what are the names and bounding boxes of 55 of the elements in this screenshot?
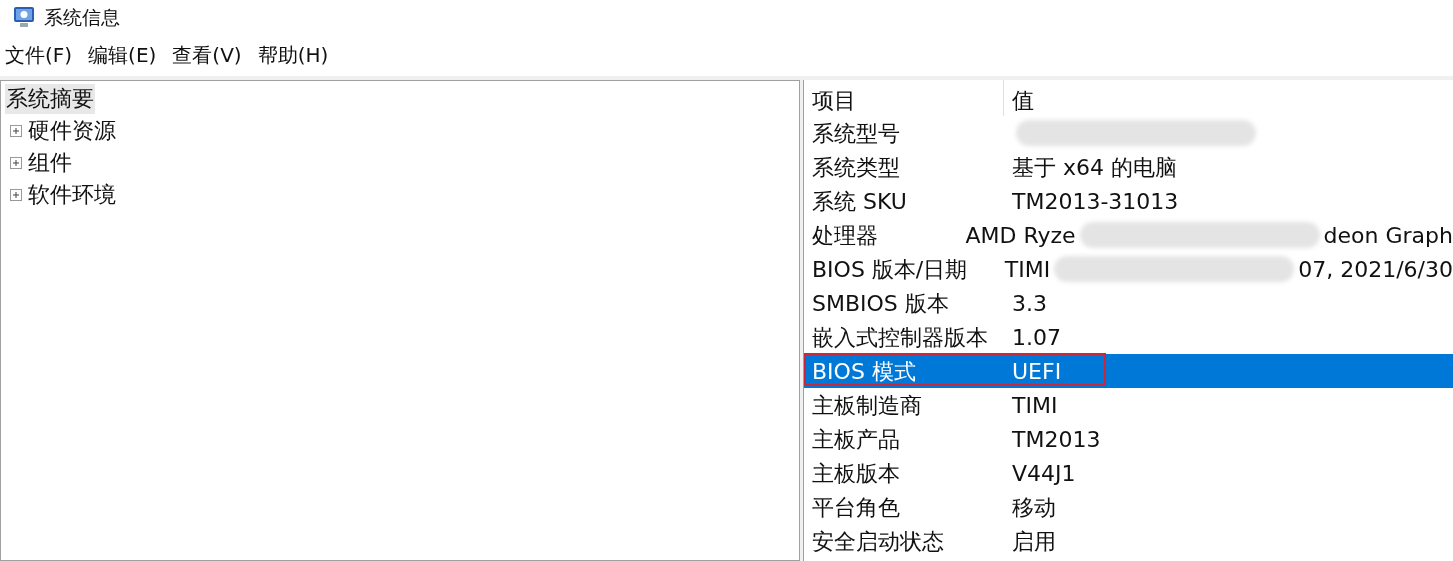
table-row[interactable]: 主板制造商 TIMI: [804, 388, 1453, 422]
table-cell-text: 处理器: [811, 221, 879, 250]
table-cell-text: 系统 SKU: [811, 187, 908, 216]
tree-item[interactable]: 硬件资源: [27, 116, 117, 146]
table-row[interactable]: 平台角色 移动: [804, 490, 1453, 524]
expand-icon[interactable]: [9, 188, 23, 202]
table-cell-text: TIMI: [1004, 255, 1051, 284]
table-cell-text: 3.3: [1012, 289, 1047, 318]
table-row[interactable]: 处理器 AMD Ryze deon Graph: [804, 218, 1453, 252]
table-cell-text: TM2013-31013: [1012, 187, 1179, 216]
table-row[interactable]: 安全启动状态 启用: [804, 524, 1453, 558]
table-row[interactable]: 系统 SKU TM2013-31013: [804, 184, 1453, 218]
table-cell-text: 07, 2021/6/30: [1298, 255, 1453, 284]
table-cell-text: 平台角色: [811, 493, 901, 522]
table-row[interactable]: 系统类型 基于 x64 的电脑: [804, 150, 1453, 184]
table-row[interactable]: BIOS 模式 UEFI: [804, 354, 1453, 388]
window-title: 系统信息: [44, 4, 120, 30]
tree-item[interactable]: 软件环境: [27, 180, 117, 210]
table-cell-text: TM2013: [1012, 425, 1101, 454]
table-row[interactable]: SMBIOS 版本 3.3: [804, 286, 1453, 320]
app-icon: [12, 5, 36, 29]
table-cell-text: 主板产品: [811, 425, 901, 454]
table-row[interactable]: 主板产品 TM2013: [804, 422, 1453, 456]
table-cell-text: 移动: [1012, 493, 1056, 522]
table-cell-text: SMBIOS 版本: [811, 289, 950, 318]
tree-item[interactable]: 组件: [27, 148, 73, 178]
expand-icon[interactable]: [9, 124, 23, 138]
column-header[interactable]: 项目: [804, 80, 1004, 116]
table-row[interactable]: 系统型号: [804, 116, 1453, 150]
table-cell-text: 主板版本: [811, 459, 901, 488]
tree-item[interactable]: 系统摘要: [5, 84, 95, 114]
table-row[interactable]: 嵌入式控制器版本 1.07: [804, 320, 1453, 354]
table-cell-text: UEFI: [1012, 357, 1062, 386]
table-cell-text: 嵌入式控制器版本: [811, 323, 989, 352]
table-row[interactable]: BIOS 版本/日期 TIMI 07, 2021/6/30: [804, 252, 1453, 286]
table-cell-text: 启用: [1012, 527, 1056, 556]
menu-item[interactable]: 文件(F): [4, 40, 74, 70]
table-cell-text: V44J1: [1012, 459, 1076, 488]
table-row[interactable]: 主板版本 V44J1: [804, 456, 1453, 490]
menu-item[interactable]: 编辑(E): [87, 40, 158, 70]
table-cell-text: deon Graph: [1323, 221, 1453, 250]
table-cell-text: TIMI: [1012, 391, 1058, 420]
table-cell-text: 系统类型: [811, 153, 901, 182]
table-cell-text: BIOS 模式: [811, 357, 917, 386]
menu-item[interactable]: 帮助(H): [256, 40, 330, 70]
column-header[interactable]: 值: [1004, 80, 1453, 116]
table-cell-text: 系统型号: [811, 119, 901, 148]
table-cell-text: BIOS 版本/日期: [811, 255, 969, 284]
table-cell-text: AMD Ryze: [965, 221, 1076, 250]
menu-item[interactable]: 查看(V): [171, 40, 243, 70]
table-cell-text: 基于 x64 的电脑: [1012, 153, 1177, 182]
table-cell-text: 1.07: [1012, 323, 1061, 352]
table-cell-text: 安全启动状态: [811, 527, 945, 556]
table-cell-text: 主板制造商: [811, 391, 923, 420]
expand-icon[interactable]: [9, 156, 23, 170]
